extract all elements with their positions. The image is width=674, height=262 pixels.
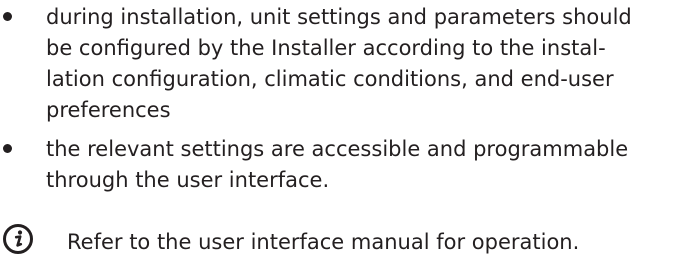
- list-item: during installation, unit settings and p…: [0, 0, 674, 126]
- bullet-list: during installation, unit settings and p…: [0, 0, 674, 196]
- bullet-line: lation configuration, climatic condition…: [46, 67, 614, 91]
- bullet-marker: [3, 12, 12, 21]
- bullet-line: through the user interface.: [46, 168, 330, 192]
- bullet-line: preferences: [46, 98, 171, 122]
- note-text: Refer to the user interface manual for o…: [67, 230, 580, 254]
- bullet-line: the relevant settings are accessible and…: [46, 137, 629, 161]
- bullet-line: during installation, unit settings and p…: [46, 5, 632, 29]
- info-note: Refer to the user interface manual for o…: [0, 222, 674, 262]
- info-icon: [3, 224, 33, 254]
- bullet-marker: [3, 144, 12, 153]
- list-item: the relevant settings are accessible and…: [0, 134, 674, 196]
- bullet-line: be configured by the Installer according…: [46, 36, 606, 60]
